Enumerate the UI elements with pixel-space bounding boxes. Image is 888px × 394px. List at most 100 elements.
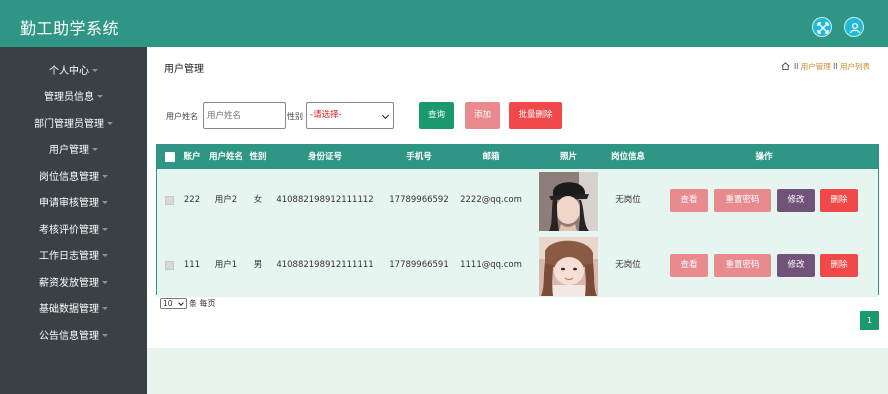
sidebar-item-label: 工作日志管理 bbox=[39, 251, 99, 262]
sidebar: 个人中心 管理员信息 部门管理员管理 用户管理 岗位信息管理 申请审核管理 考核… bbox=[0, 47, 147, 394]
cell-post: 无岗位 bbox=[615, 195, 641, 205]
sidebar-item-label: 用户管理 bbox=[49, 145, 89, 156]
sidebar-item-applications[interactable]: 申请审核管理 bbox=[0, 194, 147, 214]
view-button[interactable]: 查看 bbox=[670, 189, 708, 212]
breadcrumb-separator: II bbox=[833, 62, 838, 71]
page-title: 用户管理 bbox=[164, 64, 204, 75]
row-checkbox[interactable] bbox=[165, 261, 174, 270]
chevron-down-icon bbox=[102, 307, 108, 310]
sidebar-item-posts[interactable]: 岗位信息管理 bbox=[0, 168, 147, 188]
cell-phone: 17789966592 bbox=[389, 195, 449, 205]
app-title: 勤工助学系统 bbox=[20, 19, 120, 38]
sidebar-item-label: 岗位信息管理 bbox=[39, 172, 99, 183]
table-row: 111 用户1 男 410882198912111111 17789966591… bbox=[157, 234, 878, 297]
column-header-post: 岗位信息 bbox=[610, 152, 645, 162]
table-header: 账户 用户姓名 性别 身份证号 手机号 邮箱 照片 岗位信息 操作 bbox=[157, 145, 878, 169]
delete-button[interactable]: 删除 bbox=[820, 254, 858, 277]
column-header-phone: 手机号 bbox=[406, 152, 432, 162]
sidebar-item-profile[interactable]: 个人中心 bbox=[0, 62, 147, 82]
page-number-button[interactable]: 1 bbox=[860, 311, 879, 330]
gender-filter-label: 性别 bbox=[287, 112, 303, 121]
sidebar-item-users[interactable]: 用户管理 bbox=[0, 141, 147, 161]
cell-gender: 男 bbox=[253, 260, 263, 270]
column-header-ops: 操作 bbox=[755, 152, 773, 162]
chevron-down-icon bbox=[381, 111, 390, 120]
column-header-gender: 性别 bbox=[249, 152, 267, 162]
sidebar-item-label: 管理员信息 bbox=[44, 92, 94, 103]
chevron-down-icon bbox=[102, 334, 108, 337]
chevron-down-icon bbox=[102, 201, 108, 204]
cell-email: 2222@qq.com bbox=[460, 195, 522, 205]
expand-icon bbox=[817, 22, 829, 34]
column-header-idcard: 身份证号 bbox=[307, 152, 342, 162]
delete-button[interactable]: 删除 bbox=[820, 189, 858, 212]
sidebar-item-dept-admins[interactable]: 部门管理员管理 bbox=[0, 115, 147, 135]
fullscreen-button[interactable] bbox=[812, 17, 832, 37]
sidebar-item-admins[interactable]: 管理员信息 bbox=[0, 88, 147, 108]
row-checkbox[interactable] bbox=[165, 196, 174, 205]
cell-idcard: 410882198912111112 bbox=[276, 195, 374, 205]
breadcrumb-current: 用户列表 bbox=[840, 62, 870, 71]
sidebar-item-label: 公告信息管理 bbox=[39, 331, 99, 342]
user-photo bbox=[539, 237, 598, 296]
search-button[interactable]: 查询 bbox=[419, 102, 454, 129]
table-row: 222 用户2 女 410882198912111112 17789966592… bbox=[157, 169, 878, 232]
gender-select-value: -请选择- bbox=[310, 110, 342, 120]
reset-password-button[interactable]: 重置密码 bbox=[714, 254, 771, 277]
user-photo bbox=[539, 172, 598, 231]
cell-gender: 女 bbox=[253, 195, 263, 205]
name-filter-label: 用户姓名 bbox=[166, 112, 198, 121]
name-search-input[interactable] bbox=[203, 102, 286, 129]
top-bar: 勤工助学系统 bbox=[0, 0, 888, 47]
cell-post: 无岗位 bbox=[615, 260, 641, 270]
reset-password-button[interactable]: 重置密码 bbox=[714, 189, 771, 212]
column-header-photo: 照片 bbox=[559, 152, 577, 162]
select-all-checkbox[interactable] bbox=[165, 152, 175, 162]
chevron-down-icon bbox=[97, 95, 103, 98]
edit-button[interactable]: 修改 bbox=[777, 189, 815, 212]
breadcrumb-section[interactable]: 用户管理 bbox=[801, 62, 831, 71]
main-panel: 用户管理 II 用户管理 II 用户列表 用户姓名 性别 -请选择- 查询 添加… bbox=[147, 47, 888, 348]
bulk-delete-button[interactable]: 批量删除 bbox=[509, 102, 562, 129]
sidebar-item-label: 个人中心 bbox=[49, 66, 89, 77]
chevron-down-icon bbox=[102, 175, 108, 178]
cell-idcard: 410882198912111111 bbox=[276, 260, 374, 270]
chevron-down-icon bbox=[102, 254, 108, 257]
sidebar-item-base-data[interactable]: 基础数据管理 bbox=[0, 300, 147, 320]
page-size-control: 10 条 每页 bbox=[160, 298, 216, 309]
sidebar-item-label: 申请审核管理 bbox=[39, 198, 99, 209]
sidebar-item-evaluations[interactable]: 考核评价管理 bbox=[0, 221, 147, 241]
column-header-account: 账户 bbox=[183, 152, 201, 162]
chevron-down-icon bbox=[92, 69, 98, 72]
chevron-down-icon bbox=[102, 281, 108, 284]
cell-email: 1111@qq.com bbox=[460, 260, 522, 270]
page-size-suffix: 条 每页 bbox=[189, 299, 216, 308]
page-size-select[interactable]: 10 bbox=[160, 298, 187, 309]
chevron-down-icon bbox=[102, 228, 108, 231]
cell-name: 用户2 bbox=[214, 195, 238, 205]
breadcrumb-separator: II bbox=[793, 62, 799, 71]
gender-select[interactable]: -请选择- bbox=[306, 102, 394, 129]
edit-button[interactable]: 修改 bbox=[777, 254, 815, 277]
sidebar-item-salary[interactable]: 薪资发放管理 bbox=[0, 274, 147, 294]
column-header-name: 用户姓名 bbox=[208, 152, 243, 162]
user-table: 账户 用户姓名 性别 身份证号 手机号 邮箱 照片 岗位信息 操作 222 用户… bbox=[156, 144, 879, 297]
home-icon[interactable] bbox=[781, 62, 790, 70]
sidebar-item-notices[interactable]: 公告信息管理 bbox=[0, 327, 147, 347]
sidebar-item-label: 考核评价管理 bbox=[39, 225, 99, 236]
cell-account: 222 bbox=[183, 195, 201, 205]
column-header-email: 邮箱 bbox=[482, 152, 500, 162]
user-icon bbox=[849, 22, 861, 34]
sidebar-item-label: 部门管理员管理 bbox=[34, 119, 104, 130]
sidebar-item-label: 基础数据管理 bbox=[39, 304, 99, 315]
user-menu-button[interactable] bbox=[844, 17, 864, 37]
sidebar-item-worklogs[interactable]: 工作日志管理 bbox=[0, 247, 147, 267]
breadcrumb: II 用户管理 II 用户列表 bbox=[781, 61, 870, 72]
chevron-down-icon bbox=[92, 148, 98, 151]
chevron-down-icon bbox=[107, 122, 113, 125]
view-button[interactable]: 查看 bbox=[670, 254, 708, 277]
sidebar-item-label: 薪资发放管理 bbox=[39, 278, 99, 289]
cell-phone: 17789966591 bbox=[389, 260, 449, 270]
cell-account: 111 bbox=[183, 260, 201, 270]
add-button[interactable]: 添加 bbox=[465, 102, 500, 129]
